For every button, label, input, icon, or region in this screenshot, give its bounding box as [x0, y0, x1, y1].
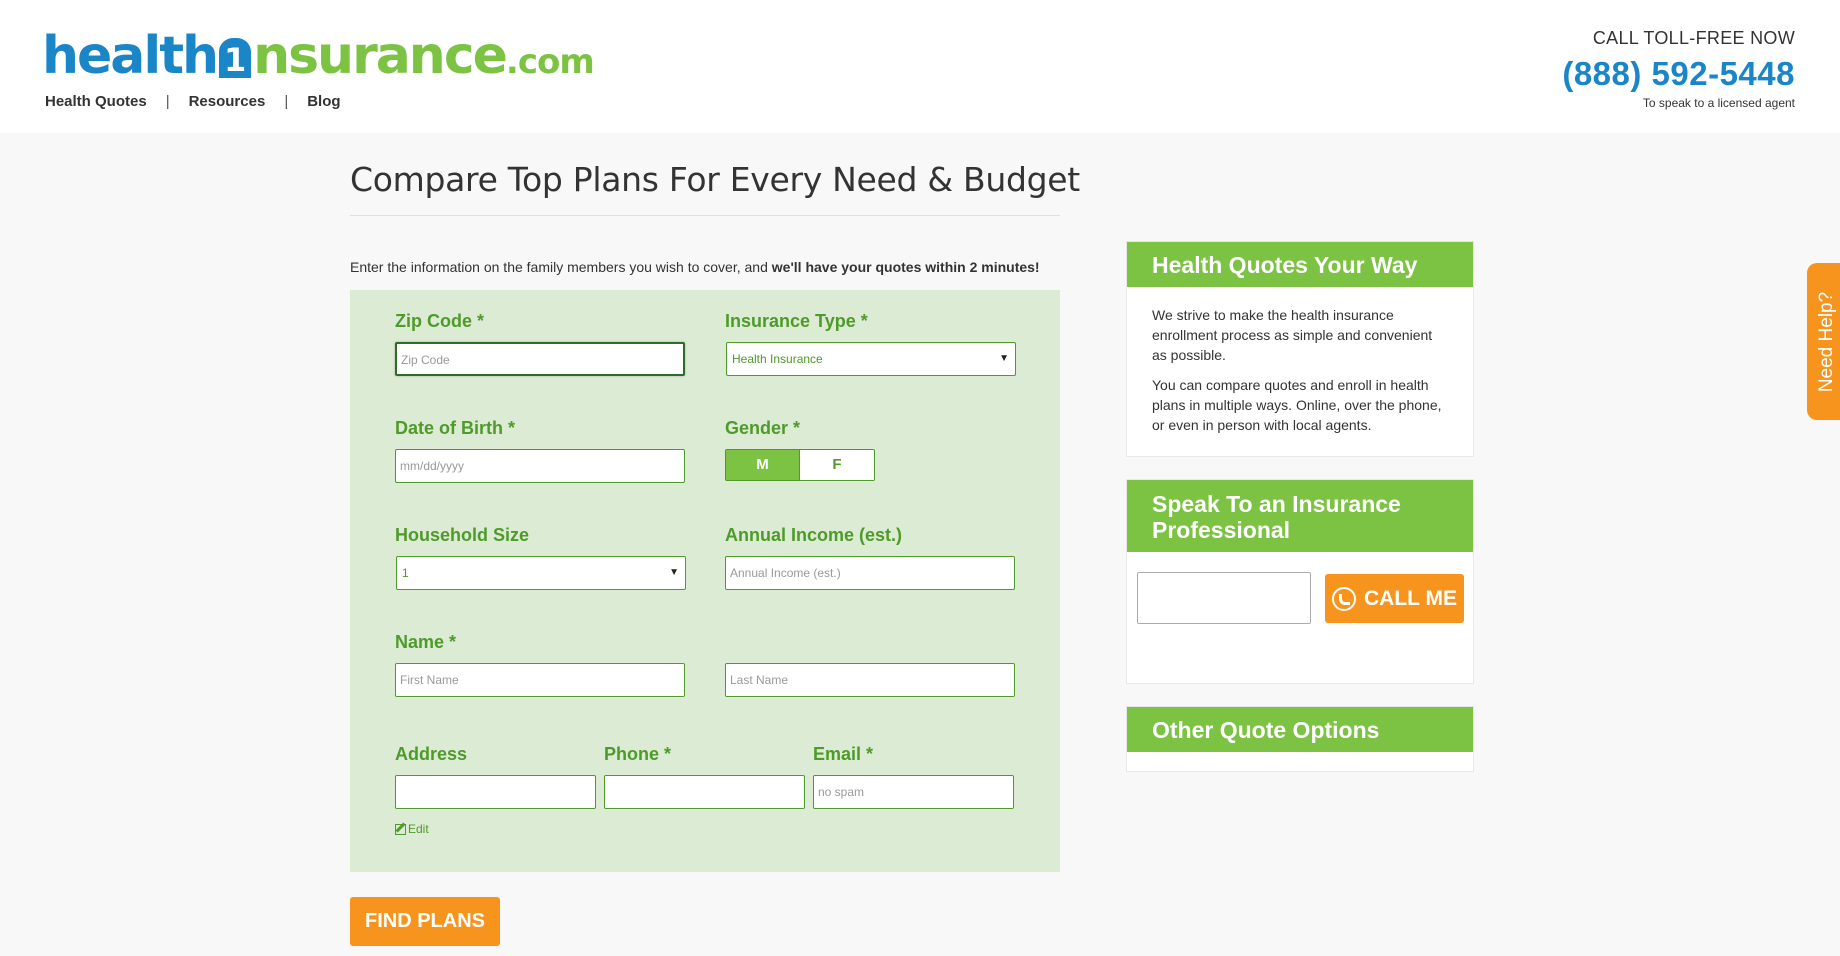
address-label: Address — [395, 744, 468, 764]
call-box: CALL TOLL-FREE NOW (888) 592-5448 To spe… — [1562, 28, 1795, 110]
household-select[interactable]: 1 ▼ — [396, 556, 686, 590]
address-input[interactable] — [395, 775, 596, 809]
quotes-your-way-card: Health Quotes Your Way We strive to make… — [1126, 241, 1474, 457]
logo-text-insurance: nsurance — [253, 26, 508, 86]
household-value: 1 — [402, 566, 409, 580]
intro-plain: Enter the information on the family memb… — [350, 259, 772, 275]
call-me-label: CALL ME — [1364, 586, 1457, 610]
logo-text-tld: .com — [505, 42, 595, 82]
need-help-label: Need Help? — [1816, 291, 1837, 392]
call-me-button[interactable]: CALL ME — [1325, 574, 1464, 623]
nav-blog[interactable]: Blog — [307, 93, 340, 110]
need-help-tab[interactable]: Need Help? — [1807, 263, 1840, 420]
insurance-type-value: Health Insurance — [732, 352, 823, 366]
speak-card-title: Speak To an Insurance Professional — [1127, 480, 1473, 552]
nav-resources[interactable]: Resources — [189, 93, 266, 110]
gender-label: Gender * — [725, 418, 801, 438]
income-input[interactable]: Annual Income (est.) — [725, 556, 1015, 590]
logo-badge: 1 — [219, 38, 252, 79]
find-plans-button[interactable]: FIND PLANS — [350, 897, 500, 946]
first-name-input[interactable]: First Name — [395, 663, 685, 697]
zip-label: Zip Code * — [395, 311, 484, 331]
household-label: Household Size — [395, 525, 530, 545]
nav-separator: | — [165, 93, 170, 110]
insurance-type-select[interactable]: Health Insurance ▼ — [726, 342, 1016, 376]
site-logo[interactable]: health 1 nsurance .com — [42, 26, 595, 86]
call-me-phone-input[interactable] — [1137, 572, 1311, 624]
title-divider — [350, 215, 1060, 216]
gender-toggle: M F — [725, 449, 875, 481]
zip-input[interactable]: Zip Code — [395, 342, 685, 376]
call-subtext: To speak to a licensed agent — [1642, 96, 1795, 110]
last-name-input[interactable]: Last Name — [725, 663, 1015, 697]
chevron-down-icon: ▼ — [669, 567, 679, 578]
chevron-down-icon: ▼ — [999, 353, 1009, 364]
intro-text: Enter the information on the family memb… — [350, 259, 1040, 275]
call-phone-number[interactable]: (888) 592-5448 — [1562, 55, 1795, 93]
quotes-card-body: We strive to make the health insurance e… — [1127, 287, 1473, 435]
nav-separator: | — [284, 93, 289, 110]
other-card-title[interactable]: Other Quote Options — [1127, 707, 1473, 752]
email-label: Email * — [813, 744, 874, 764]
quotes-card-title: Health Quotes Your Way — [1127, 242, 1473, 287]
nav-health-quotes[interactable]: Health Quotes — [45, 93, 147, 110]
income-label: Annual Income (est.) — [725, 525, 903, 545]
name-label: Name * — [395, 632, 457, 652]
gender-female-button[interactable]: F — [800, 450, 874, 480]
other-quote-options-card: Other Quote Options — [1126, 706, 1474, 772]
email-input[interactable]: no spam — [813, 775, 1014, 809]
call-label: CALL TOLL-FREE NOW — [1592, 28, 1795, 48]
dob-input[interactable]: mm/dd/yyyy — [395, 449, 685, 483]
phone-input[interactable] — [604, 775, 805, 809]
top-nav: Health Quotes | Resources | Blog — [45, 93, 341, 110]
insurance-type-label: Insurance Type * — [725, 311, 868, 331]
edit-label: Edit — [408, 822, 429, 836]
edit-link[interactable]: Edit — [395, 822, 429, 836]
intro-bold: we'll have your quotes within 2 minutes! — [771, 259, 1040, 275]
page-title: Compare Top Plans For Every Need & Budge… — [350, 160, 1080, 199]
edit-icon — [395, 823, 406, 835]
quotes-card-para-1: We strive to make the health insurance e… — [1152, 307, 1433, 363]
phone-label: Phone * — [604, 744, 672, 764]
quotes-card-para-2: You can compare quotes and enroll in hea… — [1152, 377, 1442, 433]
phone-icon — [1332, 586, 1357, 611]
site-header: health 1 nsurance .com Health Quotes | R… — [0, 0, 1840, 133]
gender-male-button[interactable]: M — [726, 450, 800, 480]
logo-text-health: health — [42, 26, 219, 86]
quote-form: Zip Code * Zip Code Insurance Type * Hea… — [350, 290, 1060, 872]
speak-professional-card: Speak To an Insurance Professional CALL … — [1126, 479, 1474, 684]
dob-label: Date of Birth * — [395, 418, 516, 438]
